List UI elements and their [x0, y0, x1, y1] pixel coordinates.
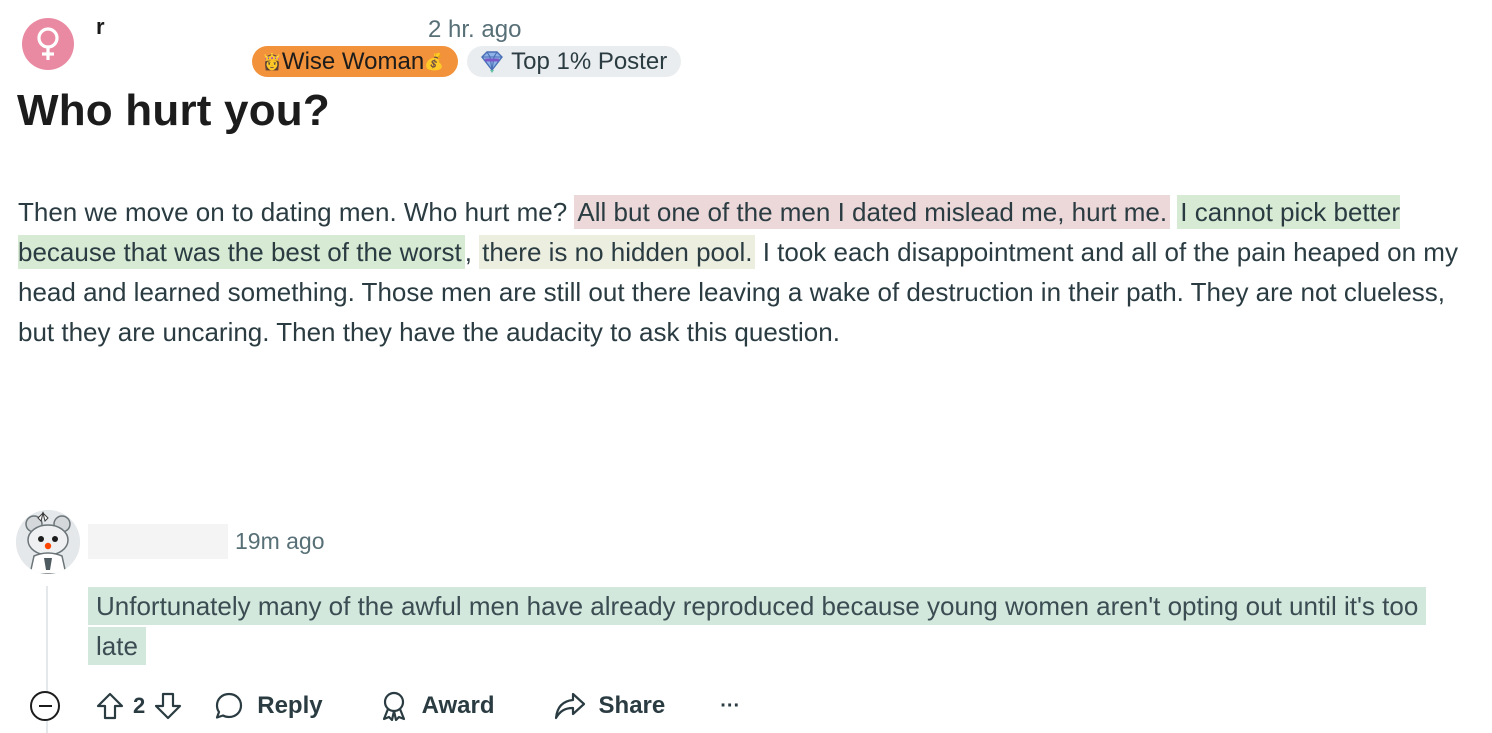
female-symbol-icon	[37, 27, 59, 60]
post-author-name[interactable]: r	[96, 14, 105, 40]
flair-wise-woman[interactable]: 👸 Wise Woman 💰	[252, 46, 459, 77]
more-options-icon: ···	[720, 694, 741, 717]
award-label: Award	[421, 692, 495, 719]
post-title: Who hurt you?	[17, 86, 330, 135]
downvote-arrow-icon	[155, 692, 182, 720]
downvote-button[interactable]	[153, 691, 183, 721]
diamond-badge-icon	[481, 50, 504, 73]
reply-label: Reply	[257, 692, 323, 719]
award-button[interactable]: Award	[378, 690, 495, 722]
flair-top-poster[interactable]: Top 1% Poster	[467, 46, 682, 77]
money-bag-emoji-icon: 💰	[424, 53, 445, 71]
comment-text: Unfortunately many of the awful men have…	[88, 587, 1427, 665]
share-button[interactable]: Share	[553, 690, 666, 722]
comment-body: Unfortunately many of the awful men have…	[88, 586, 1438, 666]
reply-button[interactable]: Reply	[213, 690, 323, 722]
highlight-red: All but one of the men I dated mislead m…	[574, 195, 1171, 229]
commenter-avatar[interactable]	[16, 510, 80, 574]
share-arrow-icon	[554, 692, 585, 720]
share-label: Share	[598, 692, 666, 719]
post-timestamp: 2 hr. ago	[428, 16, 522, 43]
post-author-avatar[interactable]	[22, 18, 74, 70]
snoo-avatar-icon	[16, 510, 80, 574]
flair-top-label: Top 1% Poster	[511, 47, 668, 75]
flair-wise-label: Wise Woman	[281, 47, 425, 75]
post-body-comma: ,	[464, 237, 480, 267]
upvote-arrow-icon	[96, 692, 124, 720]
collapse-thread-button[interactable]	[30, 691, 60, 721]
vote-count: 2	[133, 693, 146, 718]
highlight-yellow: there is no hidden pool.	[479, 235, 756, 269]
princess-emoji-icon: 👸	[262, 53, 282, 71]
comment-timestamp: 19m ago	[235, 528, 325, 554]
post-body-text-1: Then we move on to dating men. Who hurt …	[18, 197, 575, 227]
upvote-button[interactable]	[95, 691, 125, 721]
award-icon	[382, 691, 405, 722]
more-options-button[interactable]: ···	[720, 695, 740, 718]
minus-icon	[38, 705, 52, 707]
post-body: Then we move on to dating men. Who hurt …	[18, 192, 1478, 352]
commenter-name-redacted	[88, 524, 228, 559]
comment-bubble-icon	[216, 692, 243, 719]
comment-action-bar: 2 Reply Award Share ···	[30, 686, 740, 726]
user-flairs: 👸 Wise Woman 💰 Top 1% Poster	[252, 46, 682, 77]
